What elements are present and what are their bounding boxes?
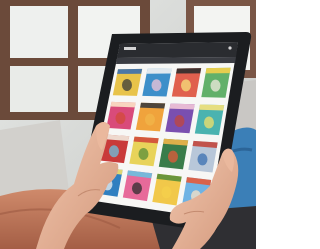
magazine-cover[interactable] — [122, 170, 153, 202]
menu-dot-icon — [228, 46, 232, 50]
magazine-cover[interactable] — [165, 103, 195, 134]
magazine-cover[interactable] — [129, 136, 159, 167]
photo — [0, 0, 256, 249]
magazine-cover[interactable] — [135, 102, 166, 132]
photo-scene — [0, 0, 256, 249]
app-bar-logo — [124, 47, 136, 50]
tab-row — [116, 57, 236, 64]
magazine-cover[interactable] — [188, 140, 218, 173]
magazine-cover[interactable] — [158, 138, 189, 170]
magazine-cover[interactable] — [152, 173, 182, 206]
magazine-cover[interactable] — [194, 104, 225, 136]
magazine-cover[interactable] — [106, 101, 136, 130]
